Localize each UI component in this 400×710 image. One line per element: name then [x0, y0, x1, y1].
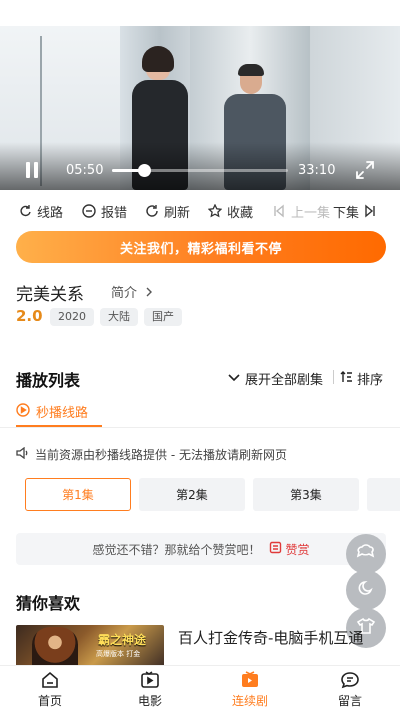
movie-icon — [139, 670, 161, 690]
total-time: 33:10 — [298, 163, 336, 178]
follow-banner[interactable]: 关注我们，精彩福利看不停 — [16, 231, 386, 263]
divider — [333, 370, 334, 384]
episode-1[interactable]: 第1集 — [25, 478, 131, 511]
top-strip — [0, 0, 400, 26]
next-episode-icon — [363, 204, 377, 218]
favorite-label: 收藏 — [227, 205, 254, 221]
next-episode-label: 下集 — [333, 205, 360, 221]
follow-banner-text: 关注我们，精彩福利看不停 — [119, 241, 282, 257]
fullscreen-icon[interactable] — [355, 160, 375, 180]
line-tab-label: 秒播线路 — [36, 406, 89, 421]
bottom-nav: 首页 电影 连续剧 留言 — [0, 665, 400, 710]
play-circle-icon — [16, 402, 30, 421]
expand-all-label: 展开全部剧集 — [245, 373, 324, 388]
prev-episode-icon — [272, 204, 286, 218]
nav-movie-label: 电影 — [137, 694, 162, 708]
route-icon — [18, 204, 32, 218]
expand-all-button[interactable]: 展开全部剧集 — [228, 369, 323, 388]
sort-button[interactable]: 排序 — [340, 369, 383, 388]
pause-icon[interactable] — [25, 162, 39, 178]
night-mode-fab[interactable] — [346, 570, 386, 610]
report-button[interactable]: 报错 — [82, 200, 127, 222]
route-button[interactable]: 线路 — [18, 200, 63, 222]
refresh-label: 刷新 — [164, 205, 191, 221]
thumb-subtitle: 高爆版本 打金 — [96, 650, 141, 658]
intro-label: 简介 — [111, 286, 138, 301]
line-tab-miaobo[interactable]: 秒播线路 — [16, 402, 88, 421]
refresh-button[interactable]: 刷新 — [145, 200, 190, 222]
refresh-icon — [145, 204, 159, 218]
prev-episode-button[interactable]: 上一集 — [272, 200, 330, 222]
speaker-icon — [16, 446, 29, 462]
rating: 2.0 — [16, 307, 43, 325]
page: 05:50 33:10 线路 报错 刷新 收藏 上一集 下集 关注我们，精彩福利… — [0, 0, 400, 710]
nav-tv-series-label: 连续剧 — [231, 694, 268, 708]
prev-episode-label: 上一集 — [291, 205, 331, 221]
episode-list: 第1集 第2集 第3集 — [0, 478, 400, 512]
nav-movie[interactable]: 电影 — [120, 670, 180, 710]
nav-tv-series[interactable]: 连续剧 — [220, 670, 280, 710]
tv-series-icon — [239, 670, 261, 690]
source-notice-text: 当前资源由秒播线路提供 - 无法播放请刷新网页 — [35, 448, 287, 462]
tag-category: 国产 — [144, 308, 182, 326]
recommend-title: 猜你喜欢 — [16, 594, 81, 613]
intro-link[interactable]: 简介 — [111, 282, 153, 301]
sort-label: 排序 — [357, 373, 384, 388]
favorite-button[interactable]: 收藏 — [208, 200, 253, 222]
recommend-thumbnail[interactable]: 霸之神途 高爆版本 打金 — [16, 625, 164, 669]
moon-icon — [357, 579, 375, 601]
report-label: 报错 — [101, 205, 128, 221]
thumb-title: 霸之神途 — [98, 633, 147, 647]
current-time: 05:50 — [66, 163, 104, 178]
nav-home-label: 首页 — [37, 694, 62, 708]
video-controls-shade — [0, 142, 400, 190]
show-title: 完美关系 — [16, 285, 84, 305]
next-episode-button[interactable]: 下集 — [333, 200, 377, 222]
tip-bar: 感觉还不错？那就给个赞赏吧！ 赞赏 — [16, 533, 386, 565]
nav-message[interactable]: 留言 — [320, 670, 380, 710]
playlist-title: 播放列表 — [16, 371, 81, 390]
nav-message-label: 留言 — [337, 694, 362, 708]
progress-bar[interactable] — [112, 164, 288, 177]
episode-2[interactable]: 第2集 — [139, 478, 245, 511]
video-player[interactable] — [0, 26, 400, 190]
chat-bubble-icon — [356, 543, 376, 565]
action-row: 线路 报错 刷新 收藏 上一集 下集 — [0, 200, 400, 222]
chevron-right-icon — [145, 286, 153, 301]
divider-line — [0, 427, 400, 428]
recommend-item-title[interactable]: 百人打金传奇-电脑手机互通 — [178, 628, 388, 649]
report-icon — [82, 204, 96, 218]
gift-icon — [269, 541, 282, 557]
episode-3[interactable]: 第3集 — [253, 478, 359, 511]
message-icon — [339, 670, 361, 690]
tag-region: 大陆 — [100, 308, 138, 326]
progress-knob[interactable] — [137, 164, 151, 177]
tip-text: 感觉还不错？那就给个赞赏吧！ — [92, 542, 261, 557]
source-notice: 当前资源由秒播线路提供 - 无法播放请刷新网页 — [16, 446, 287, 463]
route-label: 线路 — [37, 205, 64, 221]
episode-more[interactable] — [367, 478, 400, 511]
home-icon — [39, 670, 61, 690]
sort-icon — [340, 370, 353, 387]
star-icon — [208, 204, 222, 218]
feedback-fab[interactable] — [346, 534, 386, 574]
tip-button-label: 赞赏 — [285, 542, 310, 557]
tag-year: 2020 — [50, 308, 94, 326]
nav-home[interactable]: 首页 — [20, 670, 80, 710]
chevron-down-icon — [228, 371, 240, 386]
tip-button[interactable]: 赞赏 — [269, 541, 310, 558]
thumb-warrior — [32, 627, 78, 669]
